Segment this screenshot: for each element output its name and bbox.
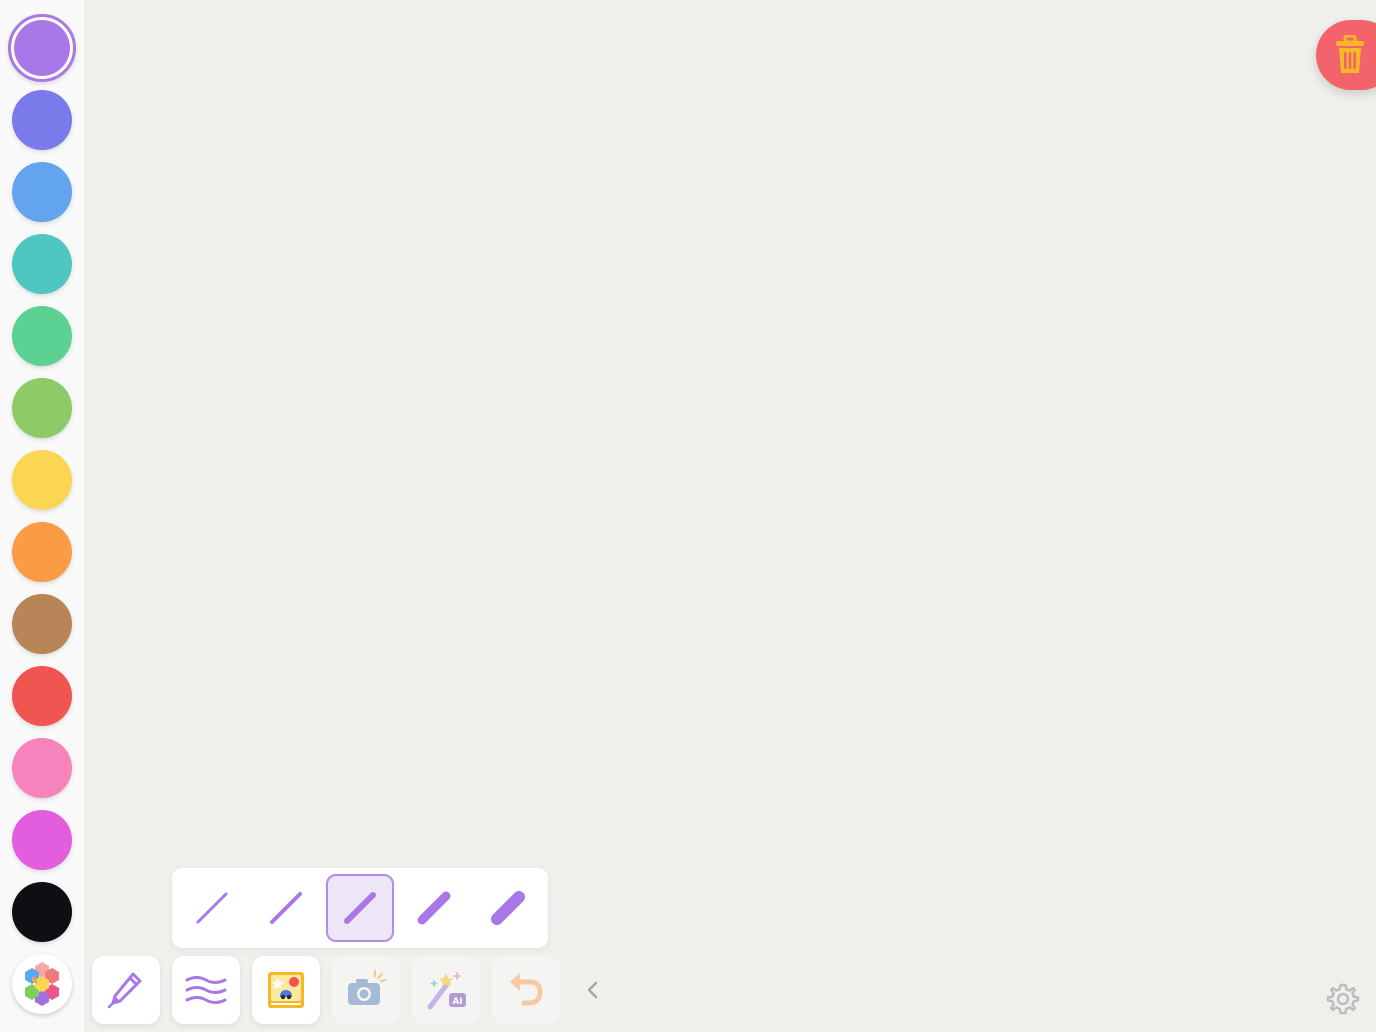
pen-icon [107,972,142,1009]
color-swatch-fill [14,20,70,76]
camera-button[interactable] [332,956,400,1024]
hexagon-color-wheel-icon [25,962,59,1006]
color-swatch-yellow[interactable] [12,450,72,510]
color-swatch-pink[interactable] [12,738,72,798]
brush-size-2[interactable] [252,874,320,942]
chevron-left-icon [587,981,598,999]
color-swatch-lime[interactable] [12,378,72,438]
color-swatch-red[interactable] [12,666,72,726]
brush-size-panel [172,868,548,948]
collapse-toolbar-button[interactable] [580,974,606,1006]
ai-magic-button[interactable]: AI [412,956,480,1024]
color-swatch-green[interactable] [12,306,72,366]
brush-size-line-icon [196,892,228,924]
pen-tool-button[interactable] [92,956,160,1024]
color-swatch-brown[interactable] [12,594,72,654]
svg-text:AI: AI [452,997,462,1007]
color-swatch-purple[interactable] [8,14,76,82]
color-palette [0,0,84,1032]
color-swatch-orange[interactable] [12,522,72,582]
sticker-book-icon [268,972,304,1008]
color-swatch-black[interactable] [12,882,72,942]
color-swatch-blue[interactable] [12,162,72,222]
brush-size-5[interactable] [474,874,542,942]
undo-icon [510,973,543,1006]
camera-icon [348,970,387,1005]
settings-button[interactable] [1326,982,1360,1016]
gear-icon [1326,983,1360,1015]
undo-button[interactable] [492,956,560,1024]
wave-lines-icon [185,976,227,1004]
ai-magic-wand-icon: AI [427,972,466,1010]
brush-size-1[interactable] [178,874,246,942]
brush-size-line-icon [417,891,451,925]
brush-size-line-icon [344,892,376,924]
stroke-style-button[interactable] [172,956,240,1024]
color-swatch-teal[interactable] [12,234,72,294]
trash-icon [1336,35,1364,73]
brush-size-3[interactable] [326,874,394,942]
stickers-button[interactable] [252,956,320,1024]
brush-size-4[interactable] [400,874,468,942]
color-swatch-indigo[interactable] [12,90,72,150]
brush-size-line-icon [491,891,525,925]
brush-size-line-icon [270,892,302,924]
custom-color-button[interactable] [12,954,72,1014]
color-swatch-magenta[interactable] [12,810,72,870]
